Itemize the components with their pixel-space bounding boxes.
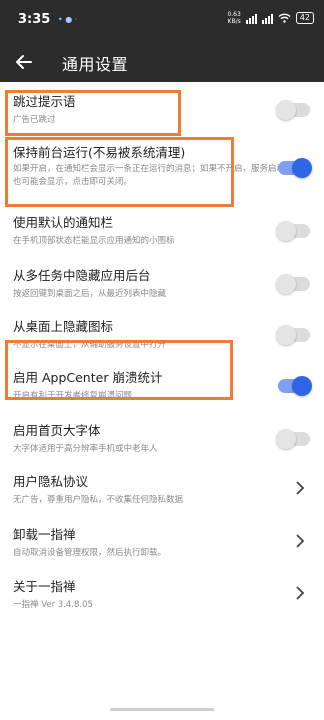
setting-subtitle: 在手机顶部状态栏能显示应用通知的小图标 — [13, 236, 175, 246]
setting-hide-recents[interactable]: 从多任务中隐藏应用后台 按返回键到桌面之后，从最近列表中隐藏 — [0, 256, 324, 307]
setting-subtitle: 按返回键到桌面之后，从最近列表中隐藏 — [13, 289, 167, 299]
default-notification-toggle[interactable] — [276, 221, 310, 241]
setting-title: 从多任务中隐藏应用后台 — [13, 268, 151, 283]
setting-title: 使用默认的通知栏 — [13, 215, 114, 230]
setting-subtitle: 无广告，尊重用户隐私，不收集任何隐私数据 — [13, 495, 184, 505]
cellular-signal-icon — [261, 13, 273, 24]
status-time: 3:35 — [18, 12, 51, 27]
setting-title: 跳过提示语 — [13, 94, 76, 109]
network-speed: 0.63 KB/s — [227, 11, 241, 25]
setting-subtitle: 一指禅 Ver 3.4.8.05 — [13, 600, 93, 610]
gesture-nav-handle[interactable] — [110, 708, 214, 711]
chevron-right-icon[interactable] — [294, 586, 306, 600]
page-title: 通用设置 — [62, 55, 129, 74]
setting-subtitle: 大字体适用于高分辨率手机或中老年人 — [13, 444, 158, 454]
chevron-right-icon[interactable] — [294, 534, 306, 548]
appcenter-crash-toggle[interactable] — [278, 376, 312, 396]
large-font-toggle[interactable] — [276, 429, 310, 449]
setting-uninstall[interactable]: 卸载一指禅 自动取消设备管理权限，然后执行卸载。 — [0, 515, 324, 567]
setting-title: 启用 AppCenter 崩溃统计 — [13, 370, 163, 385]
setting-subtitle: 如果开启，在通知栏会显示一条正在运行的消息；如果不开启，服务启动时也可能会显示，… — [13, 164, 294, 187]
skip-prompt-toggle[interactable] — [276, 100, 310, 120]
back-arrow-icon[interactable] — [12, 50, 36, 74]
notification-dots-icon: • ● · — [58, 15, 78, 24]
setting-appcenter-crash[interactable]: 启用 AppCenter 崩溃统计 开启有利于开发者修复崩溃问题 — [0, 358, 324, 411]
setting-title: 启用首页大字体 — [13, 423, 101, 438]
chevron-right-icon[interactable] — [294, 481, 306, 495]
setting-title: 用户隐私协议 — [13, 474, 89, 489]
status-indicators: 0.63 KB/s 42 — [227, 11, 314, 25]
status-bar: 3:35 • ● · 0.63 KB/s 42 — [0, 0, 324, 42]
setting-title: 卸载一指禅 — [13, 527, 76, 542]
setting-subtitle: 广告已跳过 — [13, 115, 56, 125]
setting-about[interactable]: 关于一指禅 一指禅 Ver 3.4.8.05 — [0, 567, 324, 619]
setting-subtitle: 不显示在桌面上，从辅助服务设置中打开 — [13, 340, 167, 350]
setting-subtitle: 开启有利于开发者修复崩溃问题 — [13, 391, 133, 401]
setting-subtitle: 自动取消设备管理权限，然后执行卸载。 — [13, 548, 167, 558]
setting-title: 保持前台运行(不易被系统清理) — [13, 145, 186, 160]
setting-large-font[interactable]: 启用首页大字体 大字体适用于高分辨率手机或中老年人 — [0, 411, 324, 462]
setting-privacy-policy[interactable]: 用户隐私协议 无广告，尊重用户隐私，不收集任何隐私数据 — [0, 462, 324, 515]
setting-keep-foreground[interactable]: 保持前台运行(不易被系统清理) 如果开启，在通知栏会显示一条正在运行的消息；如果… — [0, 133, 324, 203]
app-bar: 通用设置 — [0, 42, 324, 82]
keep-foreground-toggle[interactable] — [278, 158, 312, 178]
hide-icon-toggle[interactable] — [276, 325, 310, 345]
setting-skip-prompt[interactable]: 跳过提示语 广告已跳过 — [0, 82, 324, 133]
hide-recents-toggle[interactable] — [276, 274, 310, 294]
setting-title: 从桌面上隐藏图标 — [13, 319, 114, 334]
battery-indicator: 42 — [295, 12, 314, 24]
wifi-icon — [278, 13, 291, 23]
setting-default-notification[interactable]: 使用默认的通知栏 在手机顶部状态栏能显示应用通知的小图标 — [0, 203, 324, 256]
setting-hide-icon[interactable]: 从桌面上隐藏图标 不显示在桌面上，从辅助服务设置中打开 — [0, 307, 324, 358]
settings-list: 跳过提示语 广告已跳过 保持前台运行(不易被系统清理) 如果开启，在通知栏会显示… — [0, 82, 324, 619]
setting-title: 关于一指禅 — [13, 579, 76, 594]
cellular-signal-icon — [245, 13, 257, 24]
